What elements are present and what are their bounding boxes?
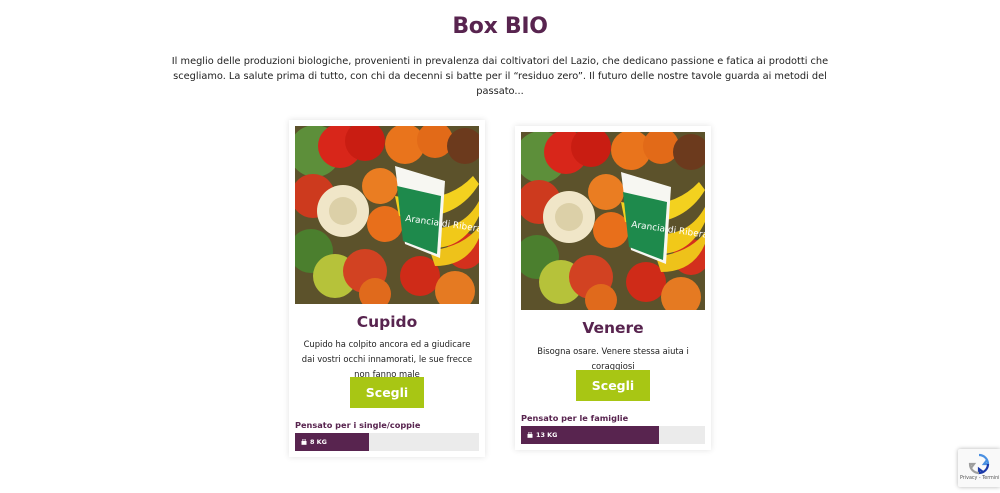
recaptcha-icon: [968, 453, 990, 475]
produce-photo: Arancia di Ribera D.O.P.: [521, 132, 705, 310]
weight-value: 8 KG: [310, 438, 327, 446]
weight-icon: [301, 438, 307, 445]
weight-icon: [527, 431, 533, 438]
box-name: Cupido: [356, 313, 418, 331]
weight-label: 13 KG: [527, 426, 557, 444]
box-description: Cupido ha colpito ancora ed a giudicare …: [301, 339, 473, 379]
weight-label: 8 KG: [301, 433, 327, 451]
box-card-venere: Arancia di Ribera D.O.P. Venere Bisogna …: [515, 126, 711, 450]
box-target: Pensato per le famiglie: [521, 413, 629, 423]
intro-text: Il meglio delle produzioni biologiche, p…: [171, 56, 829, 97]
produce-photo: Arancia di Ribera D.O.P.: [295, 126, 479, 304]
page-title: Box BIO: [452, 14, 548, 39]
box-card-cupido: Arancia di Ribera D.O.P. Cupido Cupido h…: [289, 120, 485, 457]
weight-bar: 13 KG: [521, 426, 705, 444]
weight-value: 13 KG: [536, 431, 558, 439]
recaptcha-badge[interactable]: Privacy - Termini: [958, 449, 1000, 487]
choose-button[interactable]: Scegli: [350, 377, 424, 408]
weight-bar: 8 KG: [295, 433, 479, 451]
recaptcha-links[interactable]: Privacy - Termini: [960, 476, 999, 481]
box-name: Venere: [582, 319, 644, 337]
choose-button[interactable]: Scegli: [576, 370, 650, 401]
box-target: Pensato per i single/coppie: [295, 420, 421, 430]
